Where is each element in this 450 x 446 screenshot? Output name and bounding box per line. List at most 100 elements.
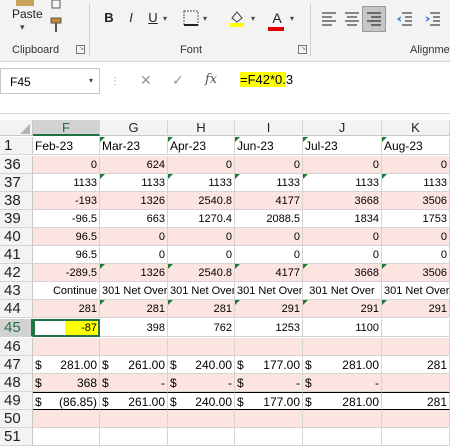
clipboard-launcher-icon[interactable]: ↘ [76,45,85,54]
cell-i38[interactable]: 4177 [235,192,303,210]
cell-f40[interactable]: 96.5 [33,228,100,246]
cell-j37[interactable]: 1133 [303,174,382,192]
cell-k48[interactable] [382,374,450,392]
cell-k44[interactable]: 291 [382,300,450,318]
row-header-50[interactable]: 50 [0,410,33,428]
cell-f43[interactable]: Continue [33,282,100,300]
row-header-39[interactable]: 39 [0,210,33,228]
borders-chevron-icon[interactable]: ▾ [203,14,207,23]
cell-f36[interactable]: 0 [33,156,100,174]
cell-g51[interactable] [100,428,168,446]
cell-k37[interactable]: 1133 [382,174,450,192]
cell-i39[interactable]: 2088.5 [235,210,303,228]
cell-g49[interactable]: $261.00 [100,392,168,410]
cancel-icon[interactable]: ✕ [140,72,152,89]
column-header-f[interactable]: F [33,120,100,136]
cell-f48[interactable]: $368 [33,374,100,392]
cell-i50[interactable] [235,410,303,428]
cell-i47[interactable]: $177.00 [235,356,303,374]
cell-h1[interactable]: Apr-23 [168,137,235,155]
cell-f49[interactable]: $ (86.85) [33,392,100,410]
cell-j39[interactable]: 1834 [303,210,382,228]
cell-f51[interactable] [33,428,100,446]
cell-j50[interactable] [303,410,382,428]
cell-f44[interactable]: 281 [33,300,100,318]
cell-i43[interactable]: 301 Net Over [235,282,303,300]
cell-k1[interactable]: Aug-23 [382,137,450,155]
row-header-42[interactable]: 42 [0,264,33,282]
cell-j47[interactable]: $281.00 [303,356,382,374]
cell-f47[interactable]: $281.00 [33,356,100,374]
cell-i49[interactable]: $177.00 [235,392,303,410]
cell-g43[interactable]: 301 Net Over [100,282,168,300]
font-color-button[interactable]: A [268,8,286,28]
cell-j49[interactable]: $281.00 [303,392,382,410]
row-header-51[interactable]: 51 [0,428,33,446]
more-icon[interactable]: ⋮ [110,76,120,87]
cell-k47[interactable]: 281 [382,356,450,374]
fill-color-chevron-icon[interactable]: ▾ [251,14,255,23]
cell-i44[interactable]: 291 [235,300,303,318]
cell-g41[interactable]: 0 [100,246,168,264]
cell-k49[interactable]: 281 [382,392,450,410]
column-header-j[interactable]: J [303,120,382,136]
cell-j43[interactable]: 301 Net Over [303,282,382,300]
row-header-36[interactable]: 36 [0,156,33,174]
align-center-icon[interactable] [343,10,361,28]
cell-j46[interactable] [303,338,382,356]
cell-j42[interactable]: 3668 [303,264,382,282]
cell-i42[interactable]: 4177 [235,264,303,282]
row-header-48[interactable]: 48 [0,374,33,392]
bold-button[interactable]: B [100,8,118,28]
font-launcher-icon[interactable]: ↘ [298,45,307,54]
cell-f42[interactable]: -289.5 [33,264,100,282]
cell-i37[interactable]: 1133 [235,174,303,192]
cell-h39[interactable]: 1270.4 [168,210,235,228]
select-all-corner[interactable] [0,120,33,136]
cell-g45[interactable]: 398 [100,319,168,337]
cell-k36[interactable]: 0 [382,156,450,174]
chevron-down-icon[interactable]: ▾ [20,22,25,33]
row-header-37[interactable]: 37 [0,174,33,192]
cell-g1[interactable]: Mar-23 [100,137,168,155]
cell-h51[interactable] [168,428,235,446]
cell-h37[interactable]: 1133 [168,174,235,192]
cell-j48[interactable]: $ - [303,374,382,392]
row-header-1[interactable]: 1 [0,137,33,155]
format-painter-icon[interactable] [48,16,66,34]
cell-f50[interactable] [33,410,100,428]
cell-h48[interactable]: $ - [168,374,235,392]
cell-f38[interactable]: -193 [33,192,100,210]
cell-k42[interactable]: 3506 [382,264,450,282]
cell-g44[interactable]: 281 [100,300,168,318]
underline-button[interactable]: U [144,8,162,28]
cell-f1[interactable]: Feb-23 [33,137,100,155]
cell-j1[interactable]: Jul-23 [303,137,382,155]
cell-h38[interactable]: 2540.8 [168,192,235,210]
cell-h43[interactable]: 301 Net Over [168,282,235,300]
cell-j51[interactable] [303,428,382,446]
increase-indent-icon[interactable] [424,10,442,28]
cell-h47[interactable]: $240.00 [168,356,235,374]
cell-h46[interactable] [168,338,235,356]
row-header-40[interactable]: 40 [0,228,33,246]
borders-icon[interactable] [183,10,199,26]
row-header-47[interactable]: 47 [0,356,33,374]
cell-k51[interactable] [382,428,450,446]
cell-g50[interactable] [100,410,168,428]
column-header-k[interactable]: K [382,120,450,136]
italic-button[interactable]: I [122,8,140,28]
cell-g46[interactable] [100,338,168,356]
row-header-49[interactable]: 49 [0,392,33,410]
cell-h50[interactable] [168,410,235,428]
cell-h36[interactable]: 0 [168,156,235,174]
cell-j36[interactable]: 0 [303,156,382,174]
cell-h40[interactable]: 0 [168,228,235,246]
cell-f45[interactable]: -87 [33,319,100,337]
cell-i1[interactable]: Jun-23 [235,137,303,155]
cell-k41[interactable]: 0 [382,246,450,264]
row-header-41[interactable]: 41 [0,246,33,264]
chevron-down-icon[interactable]: ▾ [89,76,93,85]
cell-h45[interactable]: 762 [168,319,235,337]
cell-j38[interactable]: 3668 [303,192,382,210]
